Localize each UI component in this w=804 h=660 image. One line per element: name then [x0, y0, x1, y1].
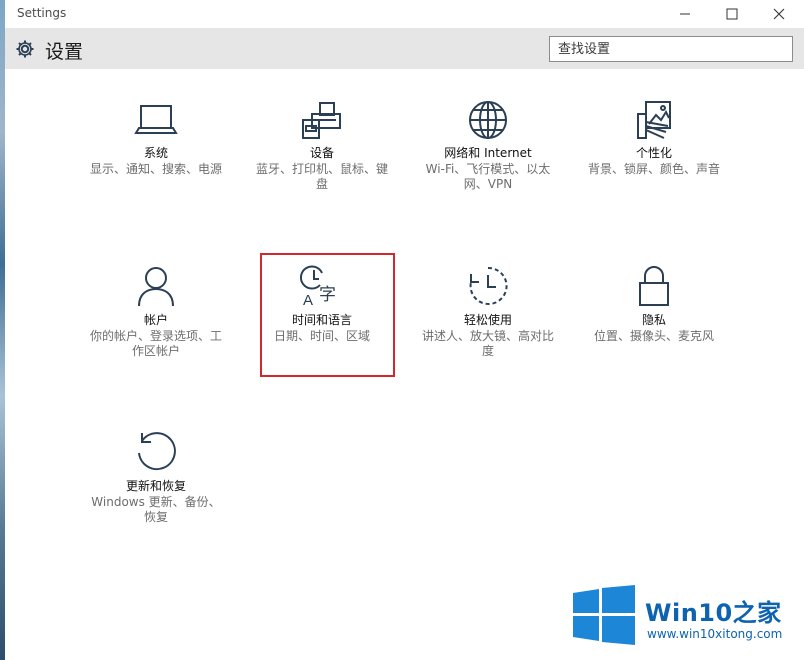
tile-title: 网络和 Internet — [444, 146, 532, 160]
maximize-icon — [726, 8, 738, 20]
watermark-brand: Win10之家 — [645, 599, 782, 627]
person-icon — [138, 267, 174, 307]
ease-of-access-icon — [469, 266, 508, 305]
tile-description: Windows 更新、备份、恢复 — [91, 495, 221, 524]
tile-title: 帐户 — [143, 313, 168, 327]
tile-description: 讲述人、放大镜、高对比度 — [421, 329, 554, 358]
search-input[interactable] — [550, 37, 792, 61]
minimize-icon — [680, 13, 690, 15]
tile-system[interactable]: 系统 显示、通知、搜索、电源 — [86, 100, 226, 177]
close-icon — [773, 8, 785, 20]
tile-ease-of-access[interactable]: 轻松使用 讲述人、放大镜、高对比度 — [418, 265, 558, 359]
tile-description: 你的帐户、登录选项、工作区帐户 — [89, 329, 222, 358]
settings-window: Settings 设置 系统 — [5, 0, 804, 660]
tile-devices[interactable]: 设备 蓝牙、打印机、鼠标、键盘 — [252, 100, 392, 192]
tile-description: 蓝牙、打印机、鼠标、键盘 — [255, 162, 388, 191]
tile-description: Wi-Fi、飞行模式、以太网、VPN — [425, 162, 551, 191]
tile-title: 个性化 — [635, 146, 672, 160]
paint-palette-icon — [637, 101, 671, 139]
refresh-icon — [138, 432, 176, 471]
tile-title: 系统 — [143, 146, 168, 160]
tile-update-security[interactable]: 更新和恢复 Windows 更新、备份、恢复 — [86, 431, 226, 525]
watermark-url: www.win10xitong.com — [647, 627, 783, 641]
tile-description: 背景、锁屏、颜色、声音 — [587, 162, 720, 176]
search-box[interactable] — [549, 36, 793, 62]
tile-privacy[interactable]: 隐私 位置、摄像头、麦克风 — [584, 265, 724, 344]
windows-logo-icon — [573, 585, 635, 645]
close-button[interactable] — [755, 0, 803, 28]
tile-title: 更新和恢复 — [125, 479, 186, 493]
app-title: Settings — [17, 6, 67, 20]
gear-icon — [16, 40, 34, 58]
tile-title: 轻松使用 — [463, 313, 512, 327]
maximize-button[interactable] — [708, 0, 756, 28]
tile-title: 隐私 — [641, 313, 666, 327]
settings-header: 设置 — [5, 28, 804, 69]
printer-icon — [302, 102, 341, 139]
minimize-button[interactable] — [661, 0, 709, 28]
lock-icon — [639, 266, 669, 306]
tile-title: 设备 — [309, 146, 334, 160]
watermark: Win10之家 www.win10xitong.com — [573, 585, 803, 647]
tile-description: 显示、通知、搜索、电源 — [89, 162, 222, 176]
tile-personalization[interactable]: 个性化 背景、锁屏、颜色、声音 — [584, 100, 724, 177]
laptop-icon — [134, 105, 178, 134]
title-bar[interactable]: Settings — [5, 0, 804, 28]
page-title: 设置 — [45, 41, 84, 63]
globe-icon — [469, 101, 507, 139]
highlight-box — [260, 253, 395, 377]
tile-accounts[interactable]: 帐户 你的帐户、登录选项、工作区帐户 — [86, 265, 226, 359]
tile-network[interactable]: 网络和 Internet Wi-Fi、飞行模式、以太网、VPN — [418, 100, 558, 192]
tile-description: 位置、摄像头、麦克风 — [593, 329, 714, 343]
